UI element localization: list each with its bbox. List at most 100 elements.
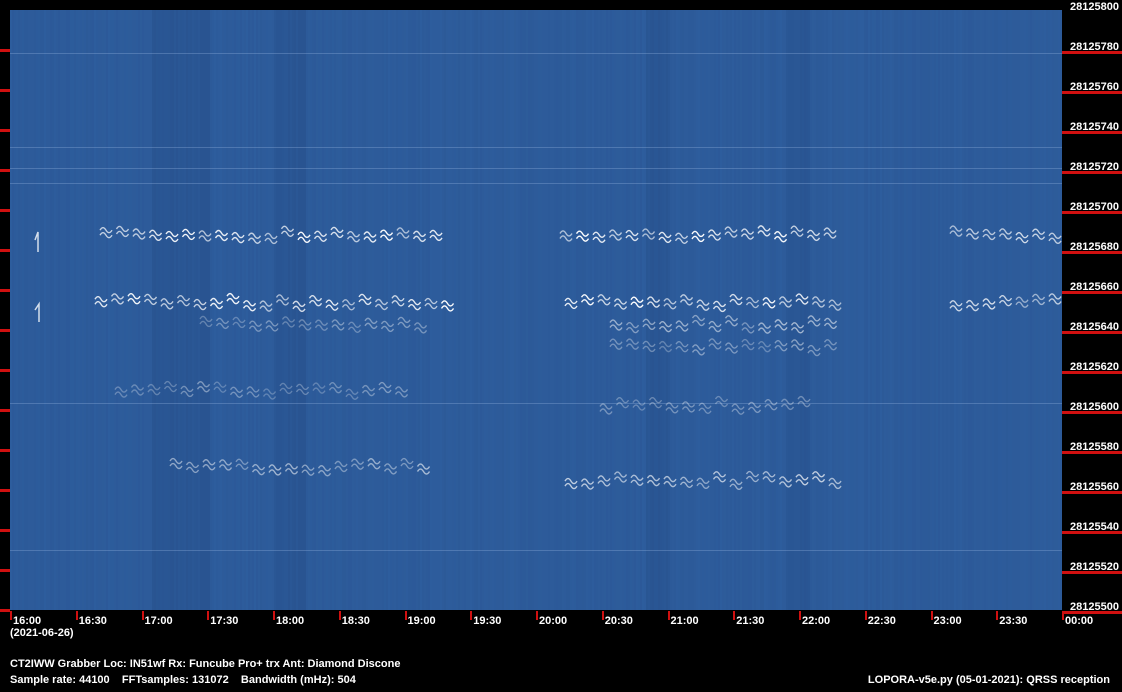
noise-column	[380, 10, 382, 610]
noise-column	[174, 10, 176, 610]
noise-column	[674, 10, 676, 610]
x-tick-mark	[273, 611, 275, 620]
noise-column	[534, 10, 536, 610]
noise-column	[922, 10, 924, 610]
noise-column	[196, 10, 198, 610]
noise-column	[60, 10, 62, 610]
noise-column	[1008, 10, 1010, 610]
noise-column	[832, 10, 834, 610]
noise-column	[812, 10, 814, 610]
noise-column	[566, 10, 568, 610]
noise-column	[748, 10, 750, 610]
noise-column	[158, 10, 160, 610]
noise-column	[92, 10, 94, 610]
noise-column	[58, 10, 60, 610]
noise-column	[882, 10, 884, 610]
waterfall-canvas	[10, 10, 1062, 610]
noise-column	[54, 10, 56, 610]
noise-column	[740, 10, 742, 610]
noise-column	[456, 10, 458, 610]
noise-column	[930, 10, 932, 610]
noise-column	[998, 10, 1000, 610]
noise-column	[944, 10, 946, 610]
noise-column	[588, 10, 590, 610]
noise-column	[668, 10, 670, 610]
y-tick-mark-left	[0, 89, 10, 92]
noise-column	[988, 10, 990, 610]
x-tick-label: 16:30	[78, 615, 107, 627]
noise-column	[610, 10, 612, 610]
noise-column	[622, 10, 624, 610]
noise-column	[558, 10, 560, 610]
noise-column	[262, 10, 264, 610]
noise-column	[582, 10, 584, 610]
noise-column	[1024, 10, 1026, 610]
carrier-line	[10, 183, 1062, 184]
noise-column	[504, 10, 506, 610]
noise-column	[24, 10, 26, 610]
noise-column	[710, 10, 712, 610]
noise-column	[28, 10, 30, 610]
noise-column	[744, 10, 746, 610]
noise-column	[358, 10, 360, 610]
x-tick-label: 20:00	[539, 615, 568, 627]
noise-column	[1020, 10, 1022, 610]
noise-column	[294, 10, 296, 610]
noise-column	[12, 10, 14, 610]
noise-column	[856, 10, 858, 610]
noise-column	[650, 10, 652, 610]
x-tick-mark	[930, 611, 933, 620]
y-tick-mark-left	[0, 209, 10, 212]
noise-column	[22, 10, 24, 610]
noise-column	[204, 10, 206, 610]
noise-column	[226, 10, 228, 610]
noise-column	[216, 10, 218, 610]
noise-column	[990, 10, 992, 610]
carrier-line	[10, 53, 1062, 54]
noise-column	[48, 10, 50, 610]
noise-column	[732, 10, 734, 610]
noise-column	[288, 10, 290, 610]
noise-column	[78, 10, 80, 610]
noise-column	[754, 10, 756, 610]
noise-column	[268, 10, 270, 610]
noise-column	[430, 10, 432, 610]
noise-column	[82, 10, 84, 610]
noise-column	[470, 10, 472, 610]
noise-column	[928, 10, 930, 610]
noise-column	[94, 10, 96, 610]
noise-column	[114, 10, 116, 610]
noise-column	[598, 10, 600, 610]
noise-column	[280, 10, 282, 610]
software-info: LOPORA-v5e.py (05-01-2021): QRSS recepti…	[867, 674, 1110, 686]
noise-column	[160, 10, 162, 610]
noise-column	[646, 10, 648, 610]
noise-column	[942, 10, 944, 610]
noise-column	[278, 10, 280, 610]
noise-column	[628, 10, 630, 610]
noise-column	[176, 10, 178, 610]
x-tick-label: 18:00	[276, 615, 305, 627]
noise-column	[794, 10, 796, 610]
noise-column	[376, 10, 378, 610]
carrier-line	[10, 147, 1062, 148]
noise-column	[88, 10, 90, 610]
x-tick-mark	[667, 611, 670, 620]
noise-column	[468, 10, 470, 610]
noise-column	[906, 10, 908, 610]
noise-column	[80, 10, 82, 610]
y-tick-mark-left	[0, 289, 10, 292]
noise-column	[218, 10, 220, 610]
noise-column	[112, 10, 114, 610]
noise-column	[798, 10, 800, 610]
noise-column	[134, 10, 136, 610]
noise-column	[618, 10, 620, 610]
noise-column	[98, 10, 100, 610]
x-tick-mark	[536, 611, 538, 620]
noise-column	[496, 10, 498, 610]
noise-column	[362, 10, 364, 610]
noise-column	[462, 10, 464, 610]
noise-column	[432, 10, 434, 610]
x-tick-label: 22:30	[867, 615, 896, 627]
noise-column	[894, 10, 896, 610]
